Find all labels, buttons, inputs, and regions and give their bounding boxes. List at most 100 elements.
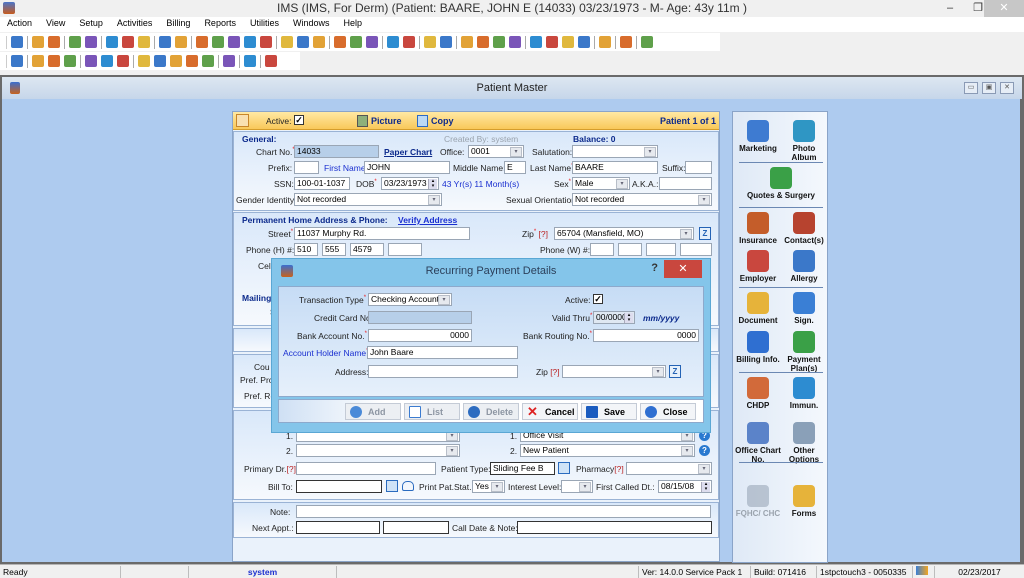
- dollar-user-icon[interactable]: [244, 36, 256, 48]
- active-checkbox[interactable]: ✓: [294, 115, 304, 125]
- document-icon[interactable]: [578, 36, 590, 48]
- toolbar-grip[interactable]: [6, 35, 7, 49]
- bill-to-users-icon[interactable]: [402, 481, 414, 491]
- menu-activities[interactable]: Activities: [110, 17, 160, 28]
- ssn-field[interactable]: 100-01-1037: [294, 177, 350, 190]
- dialog-address-field[interactable]: [368, 365, 518, 378]
- doctor-check-icon[interactable]: [48, 36, 60, 48]
- panel-signature-button[interactable]: Sign.: [781, 292, 827, 325]
- suffix-field[interactable]: [685, 161, 712, 174]
- word-icon[interactable]: [493, 36, 505, 48]
- type-2-help-icon[interactable]: ?: [699, 445, 710, 456]
- lock-icon[interactable]: [620, 36, 632, 48]
- sexual-orientation-select[interactable]: Not recorded ▾: [572, 193, 712, 206]
- print-pat-stat-select[interactable]: Yes ▾: [472, 480, 505, 493]
- copy-button[interactable]: Copy: [431, 116, 454, 126]
- next-record-icon[interactable]: [170, 55, 182, 67]
- import-icon[interactable]: [461, 36, 473, 48]
- sort-icon[interactable]: [202, 55, 214, 67]
- zip-select[interactable]: 65704 (Mansfield, MO) ▾: [554, 227, 694, 240]
- dollar-icon[interactable]: [196, 36, 208, 48]
- primary-dr-field[interactable]: [296, 462, 436, 475]
- mdi-close-button[interactable]: ✕: [1000, 82, 1014, 94]
- panel-immunization-button[interactable]: Immun.: [781, 377, 827, 410]
- prev-record-icon[interactable]: [154, 55, 166, 67]
- panel-employer-button[interactable]: Employer: [735, 250, 781, 283]
- first-called-field[interactable]: 08/15/08 ▴ ▾: [658, 480, 712, 493]
- claim-icon[interactable]: [159, 36, 171, 48]
- bank-account-field[interactable]: 0000: [368, 329, 472, 342]
- dialog-zip-select[interactable]: ▾: [562, 365, 666, 378]
- lab-flask-icon[interactable]: [122, 36, 134, 48]
- type-2-select[interactable]: New Patient ▾: [520, 444, 695, 457]
- panel-billing-info-button[interactable]: Billing Info.: [735, 331, 781, 364]
- panel-marketing-button[interactable]: Marketing: [735, 120, 781, 153]
- patient-icon[interactable]: [11, 36, 23, 48]
- zip-lookup-icon[interactable]: Z: [699, 227, 711, 240]
- list-button[interactable]: List: [404, 403, 460, 420]
- cancel-button[interactable]: ✕ Cancel: [522, 403, 578, 420]
- valid-thru-field[interactable]: 00/0000 ▴ ▾: [593, 311, 635, 324]
- save-icon[interactable]: [85, 55, 97, 67]
- chart-check-icon[interactable]: [366, 36, 378, 48]
- dialog-zip-lookup-icon[interactable]: Z: [669, 365, 681, 378]
- help-icon[interactable]: [244, 55, 256, 67]
- minimize-button[interactable]: ‒: [936, 0, 964, 17]
- open-icon[interactable]: [101, 55, 113, 67]
- copy-icon[interactable]: [117, 55, 129, 67]
- picture-button[interactable]: Picture: [371, 116, 402, 126]
- phone-home-prefix[interactable]: 555: [322, 243, 346, 256]
- pharmacy-help-link[interactable]: [?]: [614, 464, 623, 474]
- chart-no-field[interactable]: 14033: [294, 145, 379, 158]
- bill-to-field[interactable]: [296, 480, 382, 493]
- phone-home-area[interactable]: 510: [294, 243, 318, 256]
- referral-2-select[interactable]: ▾: [296, 444, 460, 457]
- phone-work-ext[interactable]: [680, 243, 712, 256]
- next-appt-field-1[interactable]: [296, 521, 380, 534]
- phone-home-ext[interactable]: [388, 243, 422, 256]
- fax-icon[interactable]: [334, 36, 346, 48]
- note-icon[interactable]: [175, 36, 187, 48]
- camera-icon[interactable]: [546, 36, 558, 48]
- save-button[interactable]: Save: [581, 403, 637, 420]
- mdi-restore-button[interactable]: ▣: [982, 82, 996, 94]
- phone-work-prefix[interactable]: [618, 243, 642, 256]
- close-icon[interactable]: [265, 55, 277, 67]
- dialog-zip-help-link[interactable]: [?]: [550, 367, 559, 377]
- phone-home-line[interactable]: 4579: [350, 243, 384, 256]
- panel-quotes-surgery-button[interactable]: Quotes & Surgery: [735, 167, 827, 200]
- delete-button[interactable]: Delete: [463, 403, 519, 420]
- phone-work-line[interactable]: [646, 243, 676, 256]
- dollar-plus-icon[interactable]: [212, 36, 224, 48]
- holder-name-field[interactable]: John Baare: [367, 346, 518, 359]
- credit-card-field[interactable]: [368, 311, 472, 324]
- last-record-icon[interactable]: [186, 55, 198, 67]
- delete-record-icon[interactable]: [64, 55, 76, 67]
- dollar-transfer-icon[interactable]: [260, 36, 272, 48]
- call-date-field[interactable]: [517, 521, 712, 534]
- edit-icon[interactable]: [85, 36, 97, 48]
- zip-help-link[interactable]: [?]: [539, 229, 548, 239]
- panel-photo-album-button[interactable]: Photo Album: [781, 120, 827, 162]
- shield-icon[interactable]: [138, 36, 150, 48]
- close-window-button[interactable]: ✕: [984, 0, 1024, 17]
- bill-to-edit-icon[interactable]: [386, 480, 398, 492]
- menu-help[interactable]: Help: [336, 17, 369, 28]
- refresh-icon[interactable]: [223, 55, 235, 67]
- menu-reports[interactable]: Reports: [197, 17, 243, 28]
- prefix-field[interactable]: [294, 161, 319, 174]
- interest-level-select[interactable]: ▾: [561, 480, 593, 493]
- panel-contacts-button[interactable]: Contact(s): [781, 212, 827, 245]
- verify-address-link[interactable]: Verify Address: [398, 215, 457, 225]
- form-icon[interactable]: [440, 36, 452, 48]
- bank-routing-field[interactable]: 0000: [593, 329, 699, 342]
- first-record-icon[interactable]: [138, 55, 150, 67]
- users-icon[interactable]: [297, 36, 309, 48]
- menu-utilities[interactable]: Utilities: [243, 17, 286, 28]
- document-user-icon[interactable]: [424, 36, 436, 48]
- phone-work-area[interactable]: [590, 243, 614, 256]
- add-record-icon[interactable]: [32, 55, 44, 67]
- dialog-active-checkbox[interactable]: ✓: [593, 294, 603, 304]
- transfer-icon[interactable]: [477, 36, 489, 48]
- menu-view[interactable]: View: [39, 17, 72, 28]
